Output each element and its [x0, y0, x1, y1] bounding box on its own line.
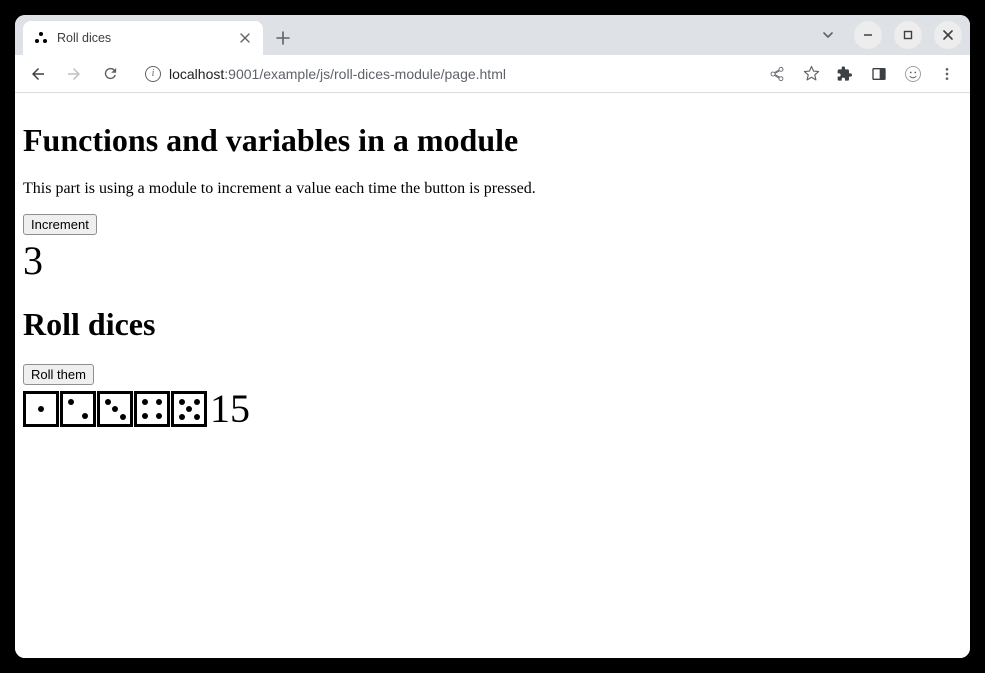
page-content: Functions and variables in a module This…	[15, 93, 970, 658]
browser-window: Roll dices	[15, 15, 970, 658]
close-window-button[interactable]	[934, 21, 962, 49]
toolbar: i localhost:9001/example/js/roll-dices-m…	[15, 55, 970, 93]
die-face	[171, 391, 207, 427]
profile-avatar-icon[interactable]	[898, 59, 928, 89]
new-tab-button[interactable]	[269, 24, 297, 52]
tab-strip: Roll dices	[15, 15, 970, 55]
intro-text: This part is using a module to increment…	[23, 180, 962, 198]
die-face	[60, 391, 96, 427]
url-text: localhost:9001/example/js/roll-dices-mod…	[169, 66, 506, 82]
die-face	[23, 391, 59, 427]
bookmark-icon[interactable]	[796, 59, 826, 89]
minimize-window-button[interactable]	[854, 21, 882, 49]
extensions-icon[interactable]	[830, 59, 860, 89]
address-bar[interactable]: i localhost:9001/example/js/roll-dices-m…	[135, 59, 752, 89]
tab-title: Roll dices	[57, 31, 229, 45]
url-path: /example/js/roll-dices-module/page.html	[259, 66, 506, 82]
die-face	[97, 391, 133, 427]
reload-button[interactable]	[95, 59, 125, 89]
site-info-icon[interactable]: i	[145, 66, 161, 82]
browser-tab[interactable]: Roll dices	[23, 21, 263, 55]
dice-favicon-icon	[33, 30, 49, 46]
url-host: localhost	[169, 66, 224, 82]
die-face	[134, 391, 170, 427]
side-panel-icon[interactable]	[864, 59, 894, 89]
heading-functions: Functions and variables in a module	[23, 122, 962, 159]
counter-value: 3	[23, 237, 962, 285]
heading-roll-dices: Roll dices	[23, 306, 962, 343]
window-controls	[814, 21, 962, 49]
menu-icon[interactable]	[932, 59, 962, 89]
url-port: :9001	[224, 66, 259, 82]
close-tab-button[interactable]	[237, 30, 253, 46]
dice-sum: 15	[210, 389, 250, 429]
roll-button[interactable]: Roll them	[23, 364, 94, 385]
dice-row: 15	[23, 389, 962, 429]
back-button[interactable]	[23, 59, 53, 89]
share-icon[interactable]	[762, 59, 792, 89]
toolbar-right	[762, 59, 962, 89]
forward-button[interactable]	[59, 59, 89, 89]
maximize-window-button[interactable]	[894, 21, 922, 49]
increment-button[interactable]: Increment	[23, 214, 97, 235]
tab-search-button[interactable]	[814, 21, 842, 49]
